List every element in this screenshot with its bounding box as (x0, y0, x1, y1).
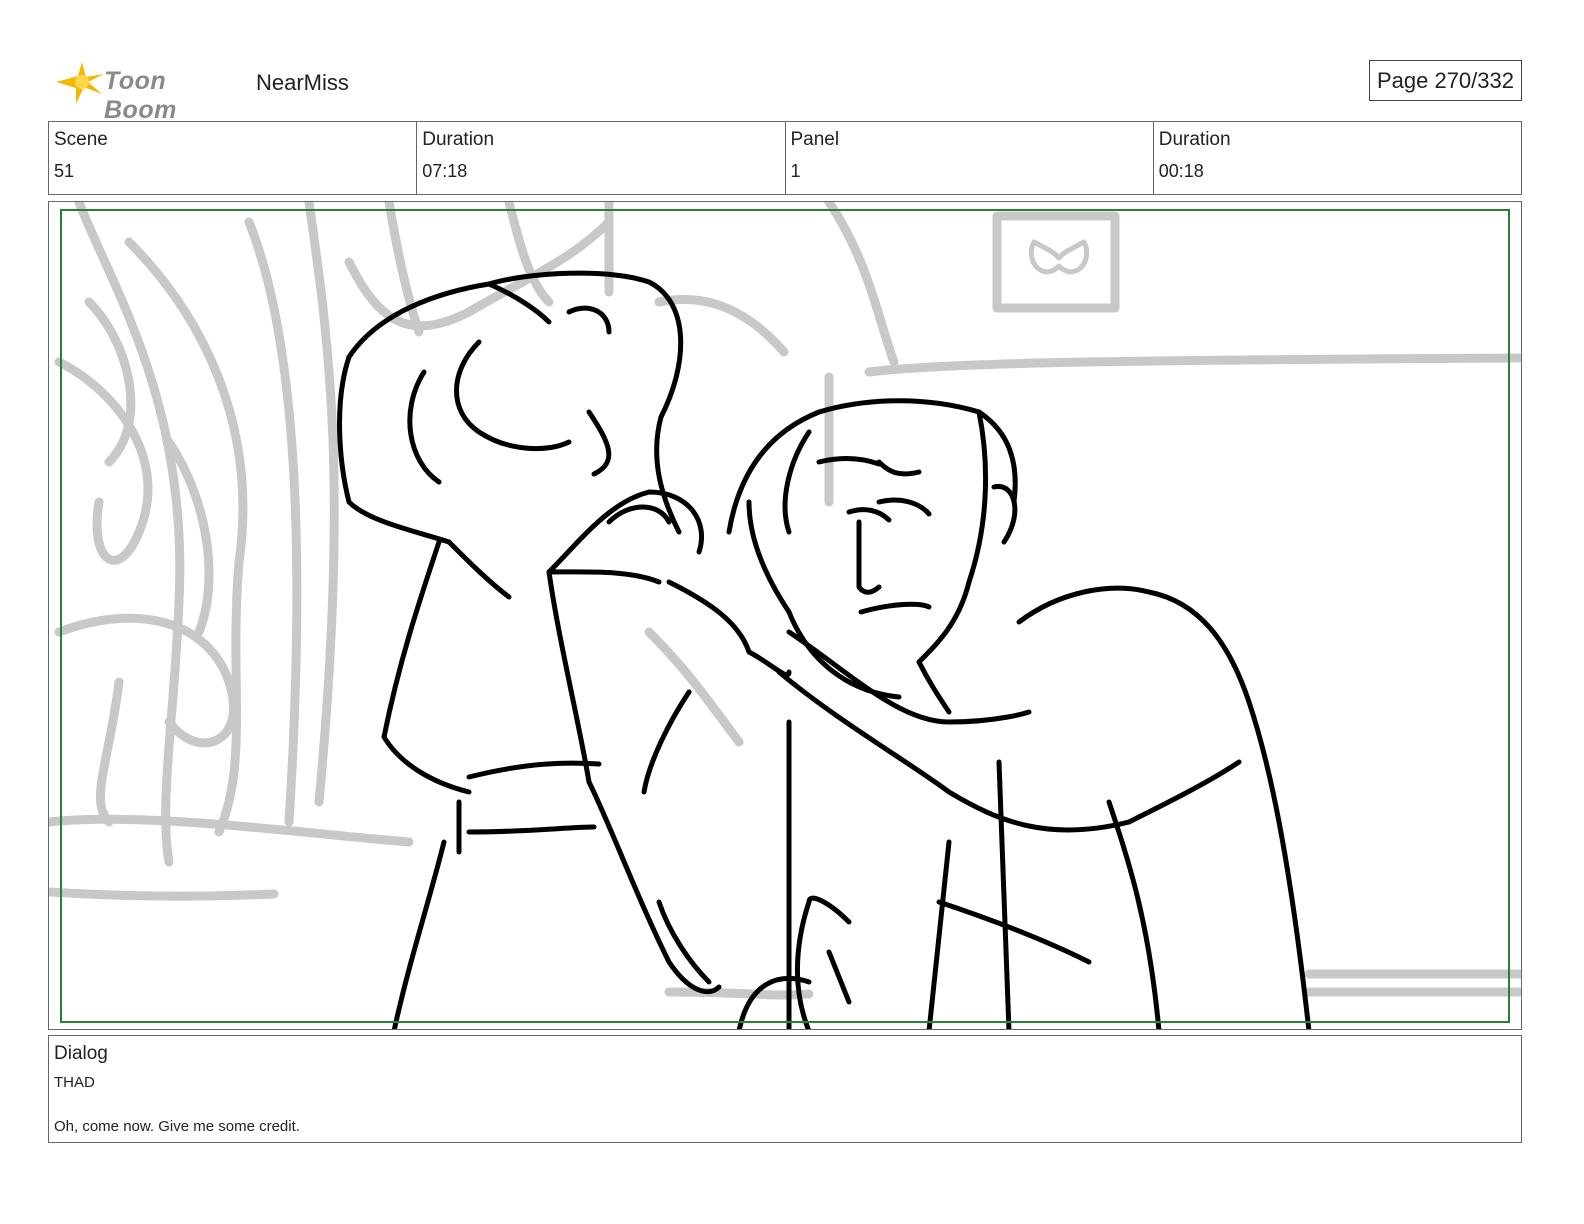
scene-duration-label: Duration (422, 129, 495, 150)
character-sketch (337, 270, 1312, 1029)
scene-cell: Scene 51 (49, 122, 416, 194)
page-indicator: Page 270/332 (1368, 60, 1522, 101)
scene-value: 51 (54, 161, 75, 181)
sketch-drawing (49, 202, 1521, 1029)
panel-label: Panel (790, 129, 840, 150)
panel-duration-label: Duration (1158, 129, 1231, 150)
logo-text: Toon Boom (104, 67, 177, 124)
sun-burst-icon (56, 62, 104, 104)
panel-duration-value: 00:18 (1158, 161, 1204, 181)
toon-boom-logo: Toon Boom (52, 56, 242, 124)
panel-value: 1 (790, 161, 801, 181)
dialog-label: Dialog (54, 1043, 108, 1064)
panel-cell: Panel 1 (784, 122, 1153, 194)
storyboard-header: Toon Boom NearMiss Page 270/332 (52, 56, 1542, 124)
panel-duration-cell: Duration 00:18 (1152, 122, 1521, 194)
project-title: NearMiss (256, 70, 349, 95)
dialog-section: Dialog THAD Oh, come now. Give me some c… (48, 1035, 1522, 1143)
storyboard-panel-image (48, 201, 1522, 1030)
background-sketch (49, 202, 1521, 1000)
scene-info-table: Scene 51 Duration 07:18 Panel 1 Duration… (48, 121, 1522, 195)
scene-duration-value: 07:18 (422, 161, 468, 181)
scene-duration-cell: Duration 07:18 (416, 122, 784, 194)
dialog-speaker: THAD (54, 1074, 95, 1091)
dialog-line: Oh, come now. Give me some credit. (54, 1118, 300, 1135)
scene-label: Scene (54, 129, 108, 150)
